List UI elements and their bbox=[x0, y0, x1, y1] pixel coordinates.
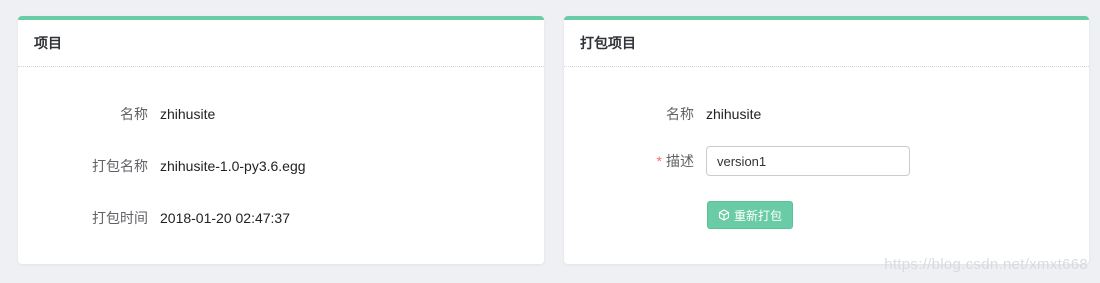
project-name-row: 名称 zhihusite bbox=[18, 104, 215, 124]
watermark: https://blog.csdn.net/xmxt668 bbox=[884, 256, 1088, 273]
cube-icon bbox=[718, 209, 730, 221]
package-time-value: 2018-01-20 02:47:37 bbox=[160, 210, 290, 226]
package-project-card: 打包项目 名称 zhihusite *描述 重新打包 bbox=[564, 16, 1089, 264]
description-input[interactable] bbox=[706, 146, 910, 176]
package-card-title: 打包项目 bbox=[564, 20, 1089, 67]
package-project-name-label: 名称 bbox=[666, 106, 694, 122]
package-project-name-row: 名称 zhihusite bbox=[564, 104, 761, 124]
package-time-row: 打包时间 2018-01-20 02:47:37 bbox=[18, 208, 290, 228]
project-name-label: 名称 bbox=[120, 106, 148, 122]
description-label: * 描述 bbox=[564, 151, 706, 171]
package-name-row: 打包名称 zhihusite-1.0-py3.6.egg bbox=[18, 156, 306, 176]
package-project-name-value: zhihusite bbox=[706, 106, 762, 122]
description-row: * 描述 bbox=[564, 146, 910, 176]
repack-button[interactable]: 重新打包 bbox=[707, 201, 793, 229]
project-name-value: zhihusite bbox=[160, 106, 216, 122]
project-card-title: 项目 bbox=[18, 20, 544, 67]
package-name-label: 打包名称 bbox=[92, 158, 148, 174]
package-name-value: zhihusite-1.0-py3.6.egg bbox=[160, 158, 306, 174]
required-mark: * bbox=[656, 153, 662, 169]
package-time-label: 打包时间 bbox=[92, 210, 148, 226]
project-card: 项目 名称 zhihusite 打包名称 zhihusite-1.0-py3.6… bbox=[18, 16, 544, 264]
repack-button-label: 重新打包 bbox=[733, 208, 782, 223]
description-label-text: 描述 bbox=[666, 153, 694, 169]
